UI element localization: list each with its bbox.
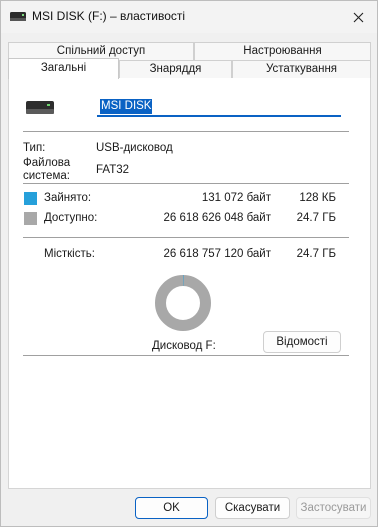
used-size: 128 КБ [299, 192, 336, 204]
cancel-button[interactable]: Скасувати [215, 497, 290, 519]
apply-button: Застосувати [296, 497, 371, 519]
ok-button[interactable]: OK [135, 497, 208, 519]
disk-usage-ring [155, 275, 211, 331]
title-bar: MSI DISK (F:) – властивості [1, 1, 377, 33]
tab-customize[interactable]: Настроювання [194, 42, 371, 60]
tab-row-bottom: Загальні Знаряддя Устаткування [8, 58, 371, 79]
drive-name-input[interactable]: MSI DISK [97, 97, 341, 117]
filesystem-label: Файлова система: [23, 157, 71, 182]
divider [23, 183, 349, 184]
tab-general[interactable]: Загальні [8, 58, 119, 79]
used-label: Зайнято: [44, 192, 92, 204]
free-space-segment [155, 275, 211, 331]
properties-window: MSI DISK (F:) – властивості Спільний дос… [0, 0, 378, 527]
used-bytes: 131 072 байт [201, 192, 271, 204]
divider [23, 355, 349, 356]
tab-sharing-label: Спільний доступ [56, 45, 146, 57]
usb-drive-icon [26, 101, 54, 114]
free-size: 24.7 ГБ [296, 212, 336, 224]
tab-tools[interactable]: Знаряддя [119, 60, 232, 78]
capacity-size: 24.7 ГБ [296, 248, 336, 260]
free-label: Доступно: [44, 212, 98, 224]
window-title: MSI DISK (F:) – властивості [32, 9, 186, 23]
filesystem-value: FAT32 [96, 164, 130, 176]
general-panel: MSI DISK Тип: USB-дисковод Файлова систе… [8, 77, 371, 489]
free-space-swatch [24, 212, 37, 225]
divider [23, 131, 349, 132]
tab-hardware[interactable]: Устаткування [232, 60, 371, 78]
close-button[interactable] [339, 1, 377, 33]
capacity-label: Місткість: [44, 248, 95, 260]
drive-name-value[interactable]: MSI DISK [100, 99, 153, 114]
tab-hardware-label: Устаткування [265, 63, 338, 75]
tab-general-label: Загальні [40, 62, 87, 74]
type-value: USB-дисковод [96, 142, 173, 154]
drive-letter-label: Дисковод F: [152, 340, 216, 352]
used-space-swatch [24, 192, 37, 205]
free-bytes: 26 618 626 048 байт [163, 212, 271, 224]
close-icon [353, 12, 363, 22]
capacity-bytes: 26 618 757 120 байт [163, 248, 271, 260]
tab-customize-label: Настроювання [243, 45, 322, 57]
drive-icon [10, 12, 26, 21]
divider [23, 237, 349, 238]
type-label: Тип: [23, 142, 46, 154]
details-button[interactable]: Відомості [263, 331, 341, 353]
tab-tools-label: Знаряддя [149, 63, 202, 75]
